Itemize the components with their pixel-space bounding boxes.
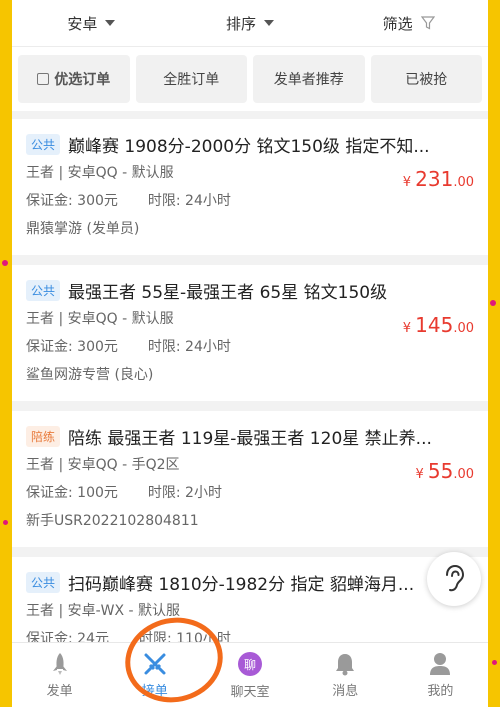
filter-sort[interactable]: 排序 bbox=[171, 13, 330, 34]
order-deposit: 保证金: 100元 bbox=[26, 485, 118, 501]
order-price: ¥ 55.00 bbox=[415, 459, 474, 483]
order-publisher: 鲨鱼网游专营 (良心) bbox=[26, 367, 154, 383]
price-int: 231 bbox=[415, 167, 454, 191]
bell-icon bbox=[336, 653, 355, 675]
frame-decoration bbox=[492, 660, 497, 665]
frame-decoration bbox=[490, 300, 496, 306]
price-int: 145 bbox=[415, 313, 454, 337]
nav-label: 发单 bbox=[46, 683, 73, 699]
filter-screen[interactable]: 筛选 bbox=[329, 13, 488, 34]
order-publisher: 新手USR2022102804811 bbox=[26, 513, 199, 529]
frame-decoration bbox=[3, 520, 8, 525]
chevron-down-icon bbox=[264, 20, 275, 26]
nav-label: 聊天室 bbox=[230, 684, 270, 700]
order-publisher: 鼎猿掌游 (发单员) bbox=[26, 221, 140, 237]
funnel-icon bbox=[420, 16, 435, 30]
order-terms: 保证金: 300元 时限: 24小时 bbox=[26, 187, 474, 215]
order-time-limit: 时限: 24小时 bbox=[147, 339, 231, 355]
tab-taken[interactable]: 已被抢 bbox=[370, 55, 482, 103]
order-card[interactable]: 公共 巅峰赛 1908分-2000分 铭文150级 指定不知... 王者 | 安… bbox=[12, 119, 488, 255]
order-title: 扫码巅峰赛 1810分-1982分 指定 貂蝉海月... bbox=[68, 574, 415, 595]
ear-icon bbox=[446, 564, 465, 592]
tab-preferred-orders[interactable]: 优选订单 bbox=[18, 55, 130, 103]
checkbox-icon[interactable] bbox=[37, 73, 50, 85]
tab-label: 已被抢 bbox=[405, 72, 448, 88]
order-deposit: 保证金: 300元 bbox=[26, 193, 118, 209]
tab-all-win-orders[interactable]: 全胜订单 bbox=[135, 55, 247, 103]
filter-bar: 安卓 排序 筛选 bbox=[12, 0, 488, 47]
nav-profile[interactable]: 我的 bbox=[393, 643, 488, 707]
svg-text:聊: 聊 bbox=[244, 658, 256, 672]
listen-button[interactable] bbox=[427, 552, 481, 606]
filter-sort-label: 排序 bbox=[226, 14, 257, 33]
order-price: ¥ 231.00 bbox=[403, 167, 474, 191]
order-tabs: 优选订单 全胜订单 发单者推荐 已被抢 bbox=[12, 47, 488, 111]
nav-messages[interactable]: 消息 bbox=[298, 643, 393, 707]
frame-decoration bbox=[2, 260, 8, 266]
tab-publisher-recommend[interactable]: 发单者推荐 bbox=[253, 55, 365, 103]
tab-label: 发单者推荐 bbox=[273, 72, 344, 88]
order-tag: 公共 bbox=[26, 133, 61, 155]
order-time-limit: 时限: 2小时 bbox=[147, 485, 222, 501]
order-card[interactable]: 公共 最强王者 55星-最强王者 65星 铭文150级 王者 | 安卓QQ - … bbox=[12, 265, 488, 401]
chevron-down-icon bbox=[105, 20, 116, 26]
price-int: 55 bbox=[427, 459, 454, 483]
order-platform: 王者 | 安卓-WX - 默认服 bbox=[26, 603, 181, 619]
price-symbol: ¥ bbox=[402, 321, 411, 336]
filter-screen-label: 筛选 bbox=[382, 14, 413, 33]
nav-label: 我的 bbox=[427, 683, 454, 699]
order-platform: 王者 | 安卓QQ - 手Q2区 bbox=[26, 457, 180, 473]
filter-platform-label: 安卓 bbox=[67, 14, 98, 33]
order-card[interactable]: 陪练 陪练 最强王者 119星-最强王者 120星 禁止养... 王者 | 安卓… bbox=[12, 411, 488, 547]
order-time-limit: 时限: 24小时 bbox=[147, 193, 231, 209]
price-symbol: ¥ bbox=[402, 175, 411, 190]
order-terms: 保证金: 300元 时限: 24小时 bbox=[26, 333, 474, 361]
user-icon bbox=[430, 652, 451, 675]
price-symbol: ¥ bbox=[415, 467, 424, 482]
app-window: 安卓 排序 筛选 优选订单 全胜订单 发单者推荐 已被抢 公共 巅峰赛 1908… bbox=[12, 0, 488, 707]
filter-platform[interactable]: 安卓 bbox=[12, 13, 171, 34]
price-dec: .00 bbox=[453, 467, 474, 482]
tab-label: 全胜订单 bbox=[163, 72, 220, 88]
order-tag: 公共 bbox=[26, 279, 61, 301]
order-tag: 陪练 bbox=[26, 425, 61, 447]
nav-publish[interactable]: 发单 bbox=[12, 643, 107, 707]
order-list: 公共 巅峰赛 1908分-2000分 铭文150级 指定不知... 王者 | 安… bbox=[12, 111, 488, 665]
order-deposit: 保证金: 300元 bbox=[26, 339, 118, 355]
order-title: 巅峰赛 1908分-2000分 铭文150级 指定不知... bbox=[68, 136, 430, 157]
order-terms: 保证金: 100元 时限: 2小时 bbox=[26, 479, 474, 507]
order-price: ¥ 145.00 bbox=[403, 313, 474, 337]
nav-label: 消息 bbox=[332, 683, 359, 699]
order-title: 陪练 最强王者 119星-最强王者 120星 禁止养... bbox=[68, 428, 432, 449]
rocket-icon bbox=[52, 652, 67, 675]
tab-label: 优选订单 bbox=[54, 72, 111, 88]
order-tag: 公共 bbox=[26, 571, 61, 593]
order-title: 最强王者 55星-最强王者 65星 铭文150级 bbox=[68, 282, 388, 303]
chat-icon: 聊 bbox=[238, 651, 262, 676]
price-dec: .00 bbox=[453, 175, 474, 190]
price-dec: .00 bbox=[453, 321, 474, 336]
bottom-nav: 发单 接单 聊 聊天室 消息 我的 bbox=[12, 642, 488, 707]
